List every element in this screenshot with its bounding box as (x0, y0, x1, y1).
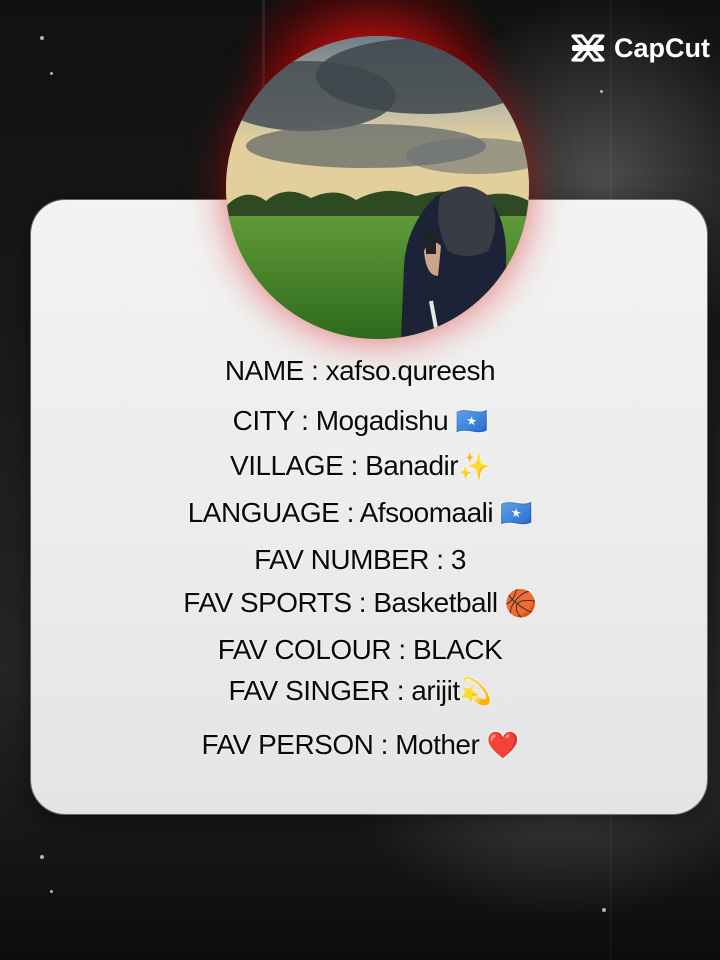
profile-avatar (226, 36, 529, 339)
capcut-watermark: CapCut (570, 30, 710, 66)
dust-speck (40, 855, 44, 859)
dust-speck (50, 72, 53, 75)
dust-speck (50, 890, 53, 893)
dust-speck (602, 908, 606, 912)
profile-photo-icon (226, 36, 529, 339)
capcut-logo-icon (571, 34, 605, 62)
dust-speck (40, 36, 44, 40)
dust-speck (600, 90, 603, 93)
capcut-brand-text: CapCut (614, 32, 710, 63)
